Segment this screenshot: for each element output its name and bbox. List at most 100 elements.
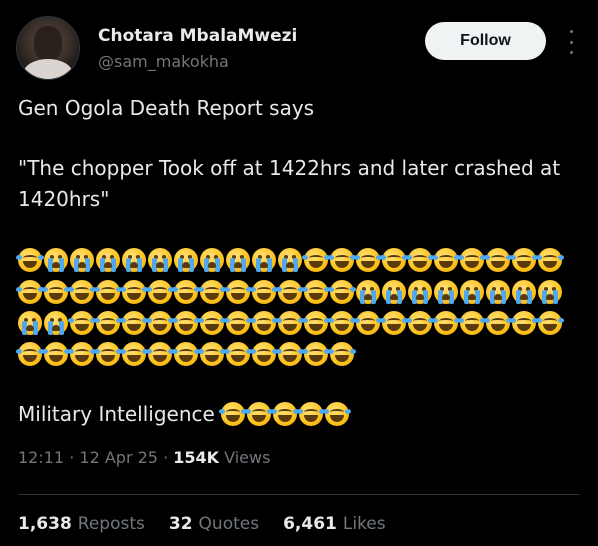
likes-label: Likes <box>342 514 386 534</box>
avatar-shirt <box>23 59 73 79</box>
crying-emoji <box>460 280 484 304</box>
tears-of-joy-emoji <box>250 280 278 304</box>
avatar[interactable] <box>16 16 80 80</box>
tears-of-joy-emoji <box>322 402 351 426</box>
reposts-label: Reposts <box>77 514 145 534</box>
tweet-time[interactable]: 12:11 <box>18 448 64 467</box>
tears-of-joy-emoji <box>198 311 226 335</box>
more-options-icon[interactable] <box>563 30 579 54</box>
tears-of-joy-emoji <box>302 311 330 335</box>
tears-of-joy-emoji <box>296 402 325 426</box>
tweet-line-1: Gen Ogola Death Report says <box>18 96 315 120</box>
tears-of-joy-emoji <box>432 311 460 335</box>
tears-of-joy-emoji <box>146 342 174 366</box>
tweet-date[interactable]: 12 Apr 25 <box>79 448 158 467</box>
tears-of-joy-emoji <box>68 280 96 304</box>
reposts-count: 1,638 <box>18 514 72 534</box>
tears-of-joy-emoji <box>224 342 252 366</box>
crying-emoji <box>538 280 562 304</box>
tears-of-joy-emoji <box>172 311 200 335</box>
military-emojis <box>218 402 351 426</box>
tears-of-joy-emoji <box>16 280 44 304</box>
tears-of-joy-emoji <box>42 342 70 366</box>
tears-of-joy-emoji <box>380 311 408 335</box>
tears-of-joy-emoji <box>536 248 564 272</box>
crying-emoji <box>96 248 120 272</box>
tears-of-joy-emoji <box>16 248 44 272</box>
reposts-stat[interactable]: 1,638 Reposts <box>18 514 145 534</box>
views-label: Views <box>224 448 271 467</box>
quotes-stat[interactable]: 32 Quotes <box>169 514 259 534</box>
crying-emoji <box>278 248 302 272</box>
tears-of-joy-emoji <box>484 248 512 272</box>
tears-of-joy-emoji <box>120 280 148 304</box>
avatar-face <box>34 26 62 60</box>
tears-of-joy-emoji <box>218 402 247 426</box>
tears-of-joy-emoji <box>146 311 174 335</box>
tears-of-joy-emoji <box>146 280 174 304</box>
tears-of-joy-emoji <box>510 248 538 272</box>
crying-emoji <box>174 248 198 272</box>
likes-stat[interactable]: 6,461 Likes <box>283 514 386 534</box>
tears-of-joy-emoji <box>244 402 273 426</box>
quotes-count: 32 <box>168 514 193 534</box>
author-name[interactable]: Chotara MbalaMwezi <box>98 26 297 46</box>
military-text: Military Intelligence <box>18 402 215 426</box>
crying-emoji <box>44 311 68 335</box>
tears-of-joy-emoji <box>354 248 382 272</box>
tears-of-joy-emoji <box>276 280 304 304</box>
tears-of-joy-emoji <box>432 248 460 272</box>
emoji-row <box>16 280 562 304</box>
tears-of-joy-emoji <box>276 311 304 335</box>
tears-of-joy-emoji <box>198 280 226 304</box>
tears-of-joy-emoji <box>250 342 278 366</box>
tears-of-joy-emoji <box>68 342 96 366</box>
tears-of-joy-emoji <box>302 248 330 272</box>
tears-of-joy-emoji <box>68 311 96 335</box>
author-handle[interactable]: @sam_makokha <box>98 52 229 71</box>
military-line: Military Intelligence <box>18 402 351 426</box>
tears-of-joy-emoji <box>406 311 434 335</box>
tears-of-joy-emoji <box>510 311 538 335</box>
crying-emoji <box>44 248 68 272</box>
tears-of-joy-emoji <box>354 311 382 335</box>
tears-of-joy-emoji <box>120 342 148 366</box>
tears-of-joy-emoji <box>458 311 486 335</box>
tears-of-joy-emoji <box>94 280 122 304</box>
emoji-row <box>18 311 564 335</box>
crying-emoji <box>122 248 146 272</box>
tears-of-joy-emoji <box>536 311 564 335</box>
tears-of-joy-emoji <box>328 311 356 335</box>
tears-of-joy-emoji <box>484 311 512 335</box>
divider <box>18 494 580 495</box>
tweet-meta: 12:11 · 12 Apr 25 · 154K Views <box>18 448 270 467</box>
tears-of-joy-emoji <box>42 280 70 304</box>
tweet-line-3: 1420hrs" <box>18 187 110 211</box>
crying-emoji <box>200 248 224 272</box>
views-count: 154K <box>173 448 220 467</box>
engagement-stats: 1,638 Reposts 32 Quotes 6,461 Likes <box>18 514 386 534</box>
likes-count: 6,461 <box>283 514 337 534</box>
tears-of-joy-emoji <box>302 280 330 304</box>
tears-of-joy-emoji <box>328 280 356 304</box>
tears-of-joy-emoji <box>276 342 304 366</box>
crying-emoji <box>486 280 510 304</box>
crying-emoji <box>18 311 42 335</box>
tears-of-joy-emoji <box>172 342 200 366</box>
tears-of-joy-emoji <box>224 311 252 335</box>
crying-emoji <box>356 280 380 304</box>
tears-of-joy-emoji <box>172 280 200 304</box>
tears-of-joy-emoji <box>94 311 122 335</box>
emoji-row <box>16 342 356 366</box>
tears-of-joy-emoji <box>458 248 486 272</box>
tears-of-joy-emoji <box>380 248 408 272</box>
crying-emoji <box>408 280 432 304</box>
tears-of-joy-emoji <box>328 342 356 366</box>
tears-of-joy-emoji <box>328 248 356 272</box>
follow-button[interactable]: Follow <box>425 22 546 60</box>
tears-of-joy-emoji <box>224 280 252 304</box>
tweet-line-2: "The chopper Took off at 1422hrs and lat… <box>18 156 561 180</box>
emoji-row <box>16 248 564 272</box>
crying-emoji <box>382 280 406 304</box>
crying-emoji <box>226 248 250 272</box>
